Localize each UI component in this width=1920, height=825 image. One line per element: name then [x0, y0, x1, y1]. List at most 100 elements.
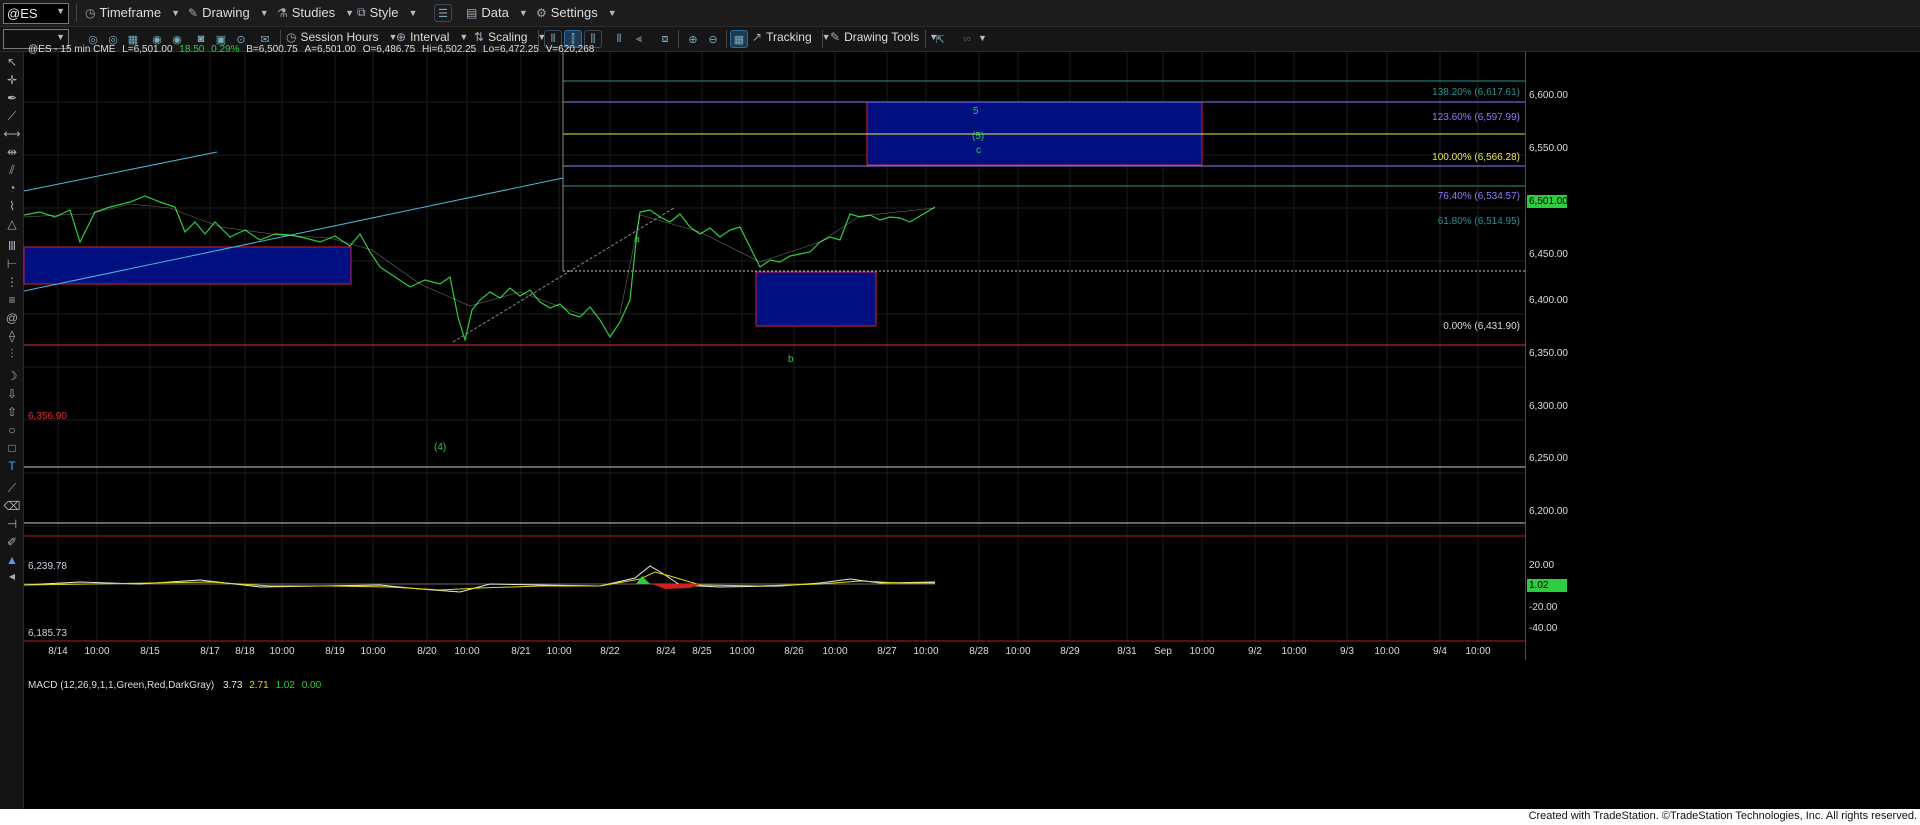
- tracking-icon: ↗: [752, 30, 763, 44]
- time-axis-label: 8/14: [48, 646, 68, 657]
- wave-label-5: 5: [973, 106, 979, 117]
- clock-icon: ◷: [85, 5, 96, 20]
- copyright-text: Created with TradeStation. ©TradeStation…: [1528, 810, 1917, 822]
- volume: V=620,268: [545, 44, 595, 55]
- time-axis-label: 8/20: [417, 646, 437, 657]
- style-icon: ⧉: [357, 5, 366, 19]
- dual-chart-icon[interactable]: ⫷: [630, 30, 648, 48]
- macd-value: 3.73: [222, 680, 243, 691]
- price-axis-label: 6,200.00: [1529, 506, 1568, 517]
- time-axis-label: 8/22: [600, 646, 620, 657]
- clock-icon: ◷: [286, 30, 297, 44]
- macd-axis-label: -40.00: [1529, 623, 1558, 634]
- level-6356-label: 6,356.90: [28, 411, 67, 422]
- data-menu[interactable]: ▤ Data ▼: [466, 5, 528, 20]
- style-menu[interactable]: ⧉ Style ▼: [357, 5, 417, 20]
- wave-b-zone[interactable]: [755, 271, 877, 327]
- macd-signal-value: 2.71: [249, 680, 269, 691]
- time-axis-label: 8/25: [692, 646, 712, 657]
- time-axis-label: 9/2: [1248, 646, 1262, 657]
- line-chart-icon[interactable]: ⦀: [610, 30, 628, 48]
- wave-label-4: (4): [434, 442, 447, 453]
- price-axis-label: 6,300.00: [1529, 401, 1568, 412]
- studies-menu[interactable]: ⚗ Studies ▼: [277, 5, 354, 20]
- time-axis-label: 10:00: [360, 646, 385, 657]
- zoom-out-icon[interactable]: ⊖: [704, 30, 722, 48]
- time-axis-label: 10:00: [1005, 646, 1030, 657]
- time-axis-label: 9/4: [1433, 646, 1447, 657]
- time-axis-label: 8/15: [140, 646, 160, 657]
- level-6239-label: 6,239.78: [28, 561, 67, 572]
- ask-price: A=6,501.00: [304, 44, 356, 55]
- status-bar: Created with TradeStation. ©TradeStation…: [0, 809, 1920, 825]
- high-price: Hi=6,502.25: [422, 44, 477, 55]
- separator: [678, 30, 679, 48]
- fib-61-label: 61.80% (6,514.95): [1437, 216, 1520, 227]
- wave-label-c: c: [976, 145, 981, 156]
- fib-138-label: 138.20% (6,617.61): [1432, 87, 1520, 98]
- data-icon: ▤: [466, 5, 478, 20]
- fib-76-label: 76.40% (6,534.57): [1437, 191, 1520, 202]
- macd-header: MACD (12,26,9,1,1,Green,Red,DarkGray) 3.…: [28, 680, 321, 691]
- separator: [822, 30, 823, 48]
- time-axis-label: 10:00: [84, 646, 109, 657]
- separator: [726, 30, 727, 48]
- scaling-menu[interactable]: ⇅ Scaling ▼: [474, 30, 546, 44]
- pencil-icon: ✎: [188, 5, 199, 20]
- grid-icon[interactable]: ▦: [730, 30, 748, 48]
- wave-label-5-paren: (5): [972, 131, 985, 142]
- zoom-in-icon[interactable]: ⊕: [684, 30, 702, 48]
- separator: [925, 30, 926, 48]
- price-axis-label: 6,350.00: [1529, 348, 1568, 359]
- window-icon[interactable]: ⧈: [656, 30, 674, 48]
- current-price-marker: 6,501.00: [1527, 195, 1568, 208]
- symbol-label: @ES - 15 min CME: [28, 44, 116, 55]
- time-axis-label: Sep: [1154, 646, 1172, 657]
- price-axis-label: 6,250.00: [1529, 453, 1568, 464]
- export-icon[interactable]: ⇱: [931, 30, 949, 48]
- interval-menu[interactable]: ⊕ Interval ▼: [396, 30, 468, 44]
- support-zone-left[interactable]: [23, 246, 352, 285]
- time-axis-label: 8/19: [325, 646, 345, 657]
- pct-change: 0.29%: [211, 44, 240, 55]
- time-axis-label: 8/29: [1060, 646, 1080, 657]
- session-hours-menu[interactable]: ◷ Session Hours ▼: [286, 30, 397, 44]
- macd-axis-label: 20.00: [1529, 560, 1555, 571]
- drawing-menu[interactable]: ✎ Drawing ▼: [188, 5, 269, 20]
- pencil-icon: ✎: [830, 30, 841, 44]
- interval-icon: ⊕: [396, 30, 407, 44]
- price-axis-label: 6,400.00: [1529, 295, 1568, 306]
- time-axis-label: 10:00: [1374, 646, 1399, 657]
- chevron-down-icon[interactable]: ▼: [978, 33, 987, 43]
- time-axis-label: 8/26: [784, 646, 804, 657]
- time-axis-label: 8/28: [969, 646, 989, 657]
- scaling-icon: ⇅: [474, 30, 485, 44]
- timeframe-menu[interactable]: ◷ Timeframe ▼: [85, 5, 180, 20]
- macd-hist-value: 1.02: [275, 680, 295, 691]
- chevron-down-icon[interactable]: ▼: [56, 32, 65, 42]
- drawing-tools-menu[interactable]: ✎ Drawing Tools ▼: [830, 30, 938, 44]
- time-axis-label: 8/17: [200, 646, 220, 657]
- macd-label: MACD (12,26,9,1,1,Green,Red,DarkGray): [28, 680, 215, 691]
- time-axis-label: 10:00: [729, 646, 754, 657]
- settings-menu[interactable]: ⚙ Settings ▼: [536, 5, 617, 20]
- time-axis-label: 10:00: [546, 646, 571, 657]
- separator: [76, 4, 77, 22]
- time-axis-label: 10:00: [1189, 646, 1214, 657]
- time-axis-label: 8/21: [511, 646, 531, 657]
- wave-label-a: a: [634, 234, 640, 245]
- tracking-menu[interactable]: ↗ Tracking ▼: [752, 30, 831, 44]
- fib-0-label: 0.00% (6,431.90): [1443, 321, 1520, 332]
- chevron-down-icon[interactable]: ▼: [56, 6, 65, 16]
- time-axis-label: 10:00: [1281, 646, 1306, 657]
- macd-axis-label: -20.00: [1529, 602, 1558, 613]
- link-icon[interactable]: ∞: [958, 30, 976, 48]
- price-axis-label: 6,450.00: [1529, 249, 1568, 260]
- symbol-input[interactable]: @ES ▼: [3, 3, 69, 24]
- price-axis-label: 6,550.00: [1529, 143, 1568, 154]
- last-price: L=6,501.00: [122, 44, 173, 55]
- open-price: O=6,486.75: [362, 44, 416, 55]
- time-axis-label: 8/31: [1117, 646, 1137, 657]
- layout-icon[interactable]: ☰: [434, 4, 452, 22]
- price-axis[interactable]: 6,600.00 6,550.00 6,450.00 6,400.00 6,35…: [1525, 52, 1920, 660]
